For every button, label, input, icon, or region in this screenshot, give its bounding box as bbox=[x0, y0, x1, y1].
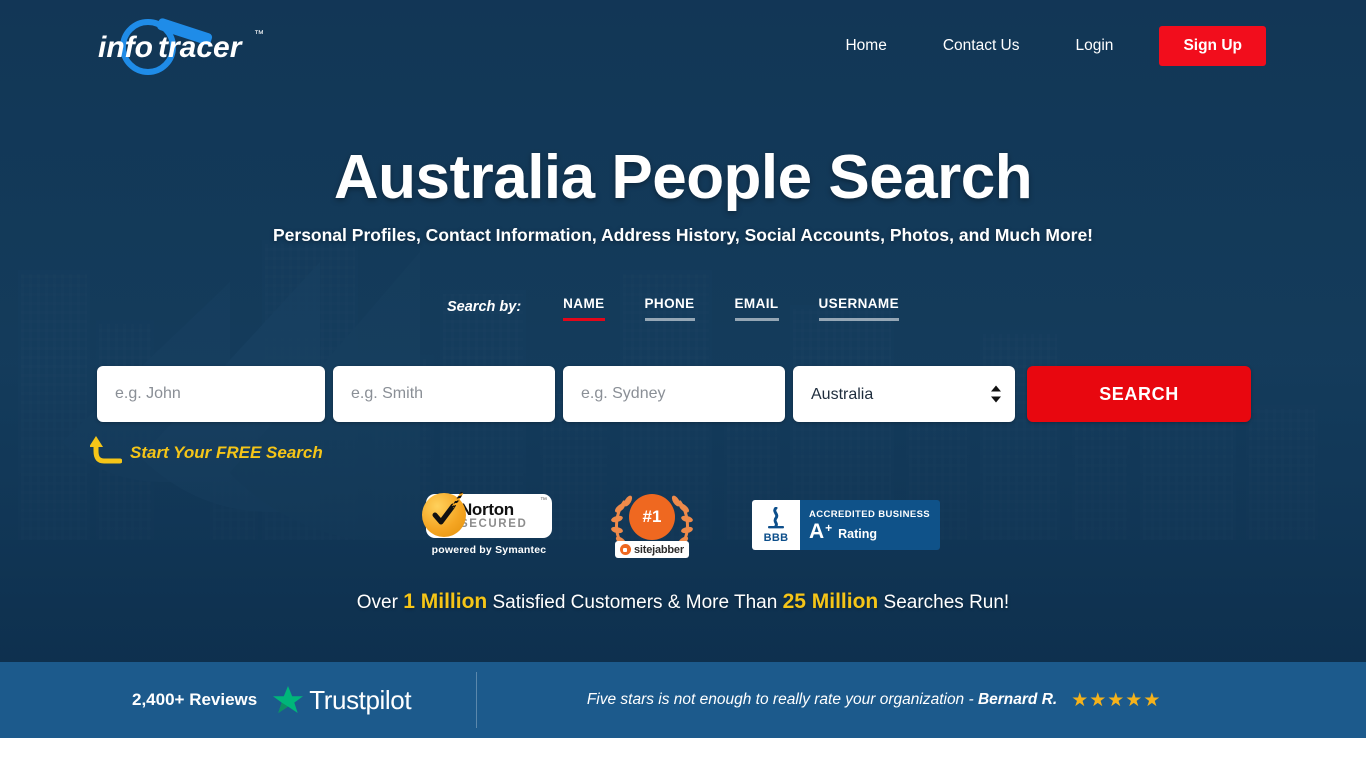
svg-text:tracer: tracer bbox=[158, 31, 244, 64]
nav-login[interactable]: Login bbox=[1048, 29, 1142, 63]
trustpilot-divider bbox=[476, 672, 478, 728]
page-footer-spacer bbox=[0, 738, 1366, 768]
sitejabber-badge: #1 sitejabber bbox=[610, 492, 694, 558]
stats-searches-count: 25 Million bbox=[782, 590, 879, 613]
trustpilot-logo[interactable]: Trustpilot bbox=[271, 684, 412, 716]
trustpilot-star-icon bbox=[273, 686, 304, 713]
norton-secured-badge: Norton SECURED ™ powered by Symantec bbox=[421, 491, 552, 556]
logo-infotracer[interactable]: info tracer ™ bbox=[92, 15, 282, 77]
free-search-label: Start Your FREE Search bbox=[130, 442, 323, 462]
stats-customers-count: 1 Million bbox=[403, 590, 488, 613]
bbb-torch-icon bbox=[767, 506, 784, 528]
sitejabber-name: sitejabber bbox=[633, 543, 684, 556]
free-search-callout: Start Your FREE Search bbox=[89, 435, 323, 470]
bbb-accredited-label: ACCREDITED BUSINESS bbox=[808, 508, 931, 520]
search-by-tabs: Search by: NAME PHONE EMAIL USERNAME bbox=[0, 296, 1366, 321]
bbb-acronym: BBB bbox=[763, 531, 789, 544]
hero-section: info tracer ™ Home Contact Us Login Sign… bbox=[0, 0, 1366, 662]
bbb-grade: A bbox=[808, 519, 825, 543]
norton-title: Norton bbox=[459, 500, 514, 520]
svg-text:info: info bbox=[98, 31, 153, 64]
review-author: Bernard R. bbox=[977, 691, 1058, 708]
review-star-rating: ★★★★★ bbox=[1071, 689, 1162, 711]
norton-subtitle: SECURED bbox=[459, 518, 528, 531]
people-search-form: Australia SEARCH bbox=[97, 366, 1251, 422]
last-name-input[interactable] bbox=[333, 366, 555, 422]
tab-username[interactable]: USERNAME bbox=[818, 296, 900, 321]
bbb-rating-label: Rating bbox=[838, 526, 878, 541]
bbb-accredited-badge: BBB ACCREDITED BUSINESS A + Rating bbox=[751, 500, 941, 550]
sitejabber-mark-icon bbox=[619, 544, 631, 555]
sign-up-button[interactable]: Sign Up bbox=[1159, 26, 1266, 66]
site-header: info tracer ™ Home Contact Us Login Sign… bbox=[0, 0, 1366, 92]
tab-email[interactable]: EMAIL bbox=[734, 296, 779, 321]
first-name-input[interactable] bbox=[97, 366, 325, 422]
page-title: Australia People Search bbox=[333, 143, 1033, 212]
norton-trademark: ™ bbox=[539, 497, 547, 504]
search-button[interactable]: SEARCH bbox=[1027, 366, 1251, 422]
review-quote-text: Five stars is not enough to really rate … bbox=[586, 691, 978, 708]
trustpilot-review: Five stars is not enough to really rate … bbox=[517, 689, 1231, 712]
nav-home[interactable]: Home bbox=[817, 29, 914, 63]
bbb-grade-plus: + bbox=[825, 520, 833, 535]
stats-line: Over 1 Million Satisfied Customers & Mor… bbox=[0, 590, 1366, 614]
main-navigation: Home Contact Us Login Sign Up bbox=[817, 26, 1266, 66]
trustpilot-summary[interactable]: 2,400+ Reviews Trustpilot bbox=[132, 684, 412, 716]
city-input[interactable] bbox=[563, 366, 785, 422]
sitejabber-rank: #1 bbox=[628, 494, 675, 540]
trustpilot-reviews-count: 2,400+ Reviews bbox=[132, 690, 258, 709]
search-by-label: Search by: bbox=[447, 299, 522, 315]
curved-arrow-up-icon bbox=[89, 435, 123, 470]
trust-badges: Norton SECURED ™ powered by Symantec #1 … bbox=[0, 491, 1366, 558]
country-select-wrapper: Australia bbox=[793, 366, 1015, 422]
svg-text:™: ™ bbox=[254, 29, 264, 40]
stats-prefix: Over bbox=[356, 592, 404, 613]
trustpilot-bar: 2,400+ Reviews Trustpilot Five stars is … bbox=[0, 662, 1366, 738]
tab-name[interactable]: NAME bbox=[563, 296, 605, 321]
sitejabber-wordmark: sitejabber bbox=[614, 541, 689, 558]
norton-footer: powered by Symantec bbox=[431, 544, 547, 556]
stats-suffix: Searches Run! bbox=[878, 592, 1010, 613]
trustpilot-wordmark: Trustpilot bbox=[309, 684, 412, 715]
country-select[interactable]: Australia bbox=[793, 366, 1015, 422]
page-subtitle: Personal Profiles, Contact Information, … bbox=[272, 225, 1094, 245]
stats-middle: Satisfied Customers & More Than bbox=[487, 592, 783, 613]
nav-contact-us[interactable]: Contact Us bbox=[915, 29, 1048, 63]
tab-phone[interactable]: PHONE bbox=[644, 296, 695, 321]
